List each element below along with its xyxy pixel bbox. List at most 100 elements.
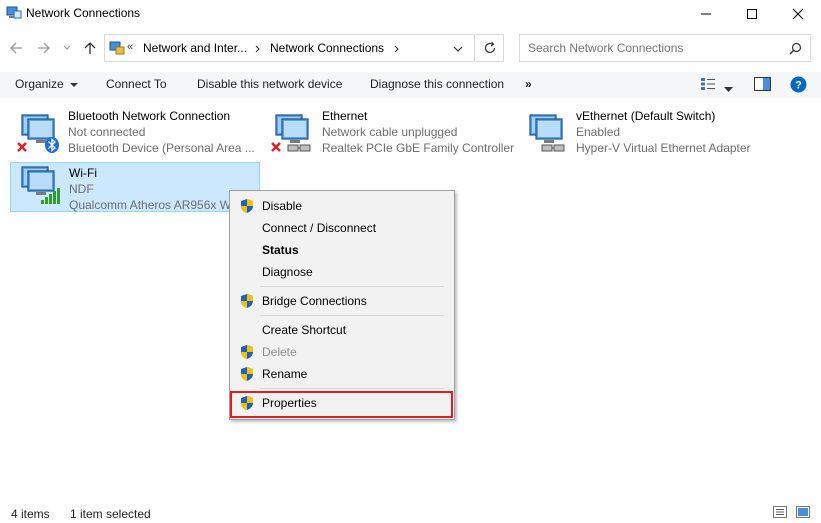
preview-pane-icon	[754, 77, 771, 91]
ethernet-network-icon	[271, 114, 311, 152]
connection-item-wifi[interactable]: Wi-Fi NDF Qualcomm Atheros AR956x Wi	[10, 162, 260, 212]
navigation-bar: « Network and Inter... Network Connectio…	[0, 30, 821, 66]
menu-item-label: Disable	[262, 199, 303, 213]
menu-item-disable[interactable]: Disable	[230, 195, 454, 217]
selected-count: 1 item selected	[70, 507, 151, 521]
breadcrumb-overflow[interactable]: «	[127, 41, 133, 53]
back-arrow-icon	[10, 42, 22, 54]
connection-name: Ethernet	[322, 109, 368, 123]
forward-arrow-icon	[38, 42, 50, 54]
connection-device: Realtek PCIe GbE Family Controller	[322, 141, 515, 155]
connection-device: Qualcomm Atheros AR956x Wi	[69, 198, 229, 212]
breadcrumb-separator-icon[interactable]	[255, 45, 261, 53]
breadcrumb-separator-icon[interactable]	[394, 45, 400, 53]
title-bar: Network Connections	[0, 0, 821, 28]
up-button[interactable]	[80, 38, 100, 58]
address-bar[interactable]: « Network and Inter... Network Connectio…	[104, 34, 475, 62]
minimize-icon	[701, 13, 711, 15]
preview-pane-button[interactable]	[754, 77, 771, 94]
organize-label: Organize	[15, 77, 64, 91]
tiles-view-toggle[interactable]	[796, 506, 810, 521]
connection-item-ethernet[interactable]: Ethernet Network cable unplugged Realtek…	[264, 108, 514, 158]
menu-item-diagnose[interactable]: Diagnose	[230, 261, 454, 283]
disable-device-button[interactable]: Disable this network device	[197, 77, 342, 91]
maximize-button[interactable]	[729, 0, 775, 28]
connection-device: Hyper-V Virtual Ethernet Adapter	[576, 141, 751, 155]
connection-status: Enabled	[576, 125, 621, 139]
wifi-network-icon	[21, 166, 60, 204]
network-connections-app-icon	[6, 6, 22, 19]
uac-shield-icon	[241, 294, 253, 308]
help-icon: ?	[790, 76, 807, 93]
menu-separator	[260, 388, 444, 389]
connection-item-vethernet[interactable]: vEthernet (Default Switch) Enabled Hyper…	[518, 108, 768, 158]
details-view-icon	[773, 506, 787, 518]
command-bar: Organize Connect To Disable this network…	[0, 72, 821, 98]
connection-status: Not connected	[68, 125, 146, 139]
menu-separator	[260, 286, 444, 287]
menu-item-label: Bridge Connections	[262, 294, 367, 308]
caret-down-icon	[724, 87, 733, 92]
bluetooth-network-icon	[17, 114, 59, 153]
menu-item-label: Diagnose	[262, 265, 313, 279]
connection-device: Bluetooth Device (Personal Area ...	[68, 141, 255, 155]
address-dropdown-icon[interactable]	[453, 45, 463, 53]
menu-item-label: Delete	[262, 345, 297, 359]
menu-item-label: Connect / Disconnect	[262, 221, 377, 235]
svg-text:?: ?	[795, 80, 802, 92]
menu-item-connect-disconnect[interactable]: Connect / Disconnect	[230, 217, 454, 239]
up-arrow-icon	[84, 42, 96, 54]
menu-separator	[260, 315, 444, 316]
diagnose-connection-button[interactable]: Diagnose this connection	[370, 77, 504, 91]
help-button[interactable]: ?	[790, 76, 807, 96]
connection-status: Network cable unplugged	[322, 125, 458, 139]
minimize-button[interactable]	[683, 0, 729, 28]
breadcrumb-network-connections[interactable]: Network Connections	[270, 41, 384, 55]
virtual-ethernet-icon	[529, 114, 565, 152]
organize-menu[interactable]: Organize	[15, 77, 79, 91]
refresh-button[interactable]	[476, 34, 504, 62]
uac-shield-icon	[241, 345, 253, 359]
recent-locations-button[interactable]	[60, 38, 74, 58]
caret-down-icon	[70, 82, 79, 87]
menu-item-create-shortcut[interactable]: Create Shortcut	[230, 319, 454, 341]
search-input[interactable]	[528, 41, 778, 55]
close-button[interactable]	[775, 0, 821, 28]
status-bar: 4 items 1 item selected	[0, 503, 821, 523]
menu-item-label: Rename	[262, 367, 308, 381]
change-view-button[interactable]	[700, 77, 716, 94]
search-box[interactable]	[519, 34, 811, 62]
properties-highlight-box	[230, 391, 453, 418]
search-icon[interactable]	[789, 42, 802, 55]
connection-name: vEthernet (Default Switch)	[576, 109, 716, 123]
menu-item-label: Create Shortcut	[262, 323, 347, 337]
chevron-down-icon	[63, 45, 71, 50]
uac-shield-icon	[241, 199, 253, 213]
connection-status: NDF	[69, 182, 94, 196]
back-button[interactable]	[6, 38, 26, 58]
window-title: Network Connections	[26, 6, 141, 20]
menu-item-bridge-connections[interactable]: Bridge Connections	[230, 290, 454, 312]
context-menu: Disable Connect / Disconnect Status Diag…	[229, 190, 455, 420]
details-view-icon	[701, 78, 715, 90]
maximize-icon	[747, 9, 757, 19]
item-count: 4 items	[11, 507, 50, 521]
view-options-dropdown[interactable]	[724, 82, 733, 96]
more-commands-button[interactable]: »	[525, 77, 532, 91]
menu-item-delete: Delete	[230, 341, 454, 363]
menu-item-rename[interactable]: Rename	[230, 363, 454, 385]
menu-item-label: Status	[262, 243, 299, 257]
details-view-toggle[interactable]	[773, 506, 787, 521]
breadcrumb-network-and-internet[interactable]: Network and Inter...	[143, 41, 247, 55]
menu-item-status[interactable]: Status	[230, 239, 454, 261]
connection-item-bluetooth[interactable]: Bluetooth Network Connection Not connect…	[10, 108, 260, 158]
control-panel-icon	[109, 41, 125, 55]
refresh-icon	[484, 41, 495, 54]
forward-button[interactable]	[34, 38, 54, 58]
connect-to-button[interactable]: Connect To	[106, 77, 167, 91]
close-icon	[792, 8, 804, 20]
uac-shield-icon	[241, 367, 253, 381]
connection-name: Wi-Fi	[69, 166, 97, 180]
connection-name: Bluetooth Network Connection	[68, 109, 231, 123]
tiles-view-icon	[796, 506, 810, 518]
